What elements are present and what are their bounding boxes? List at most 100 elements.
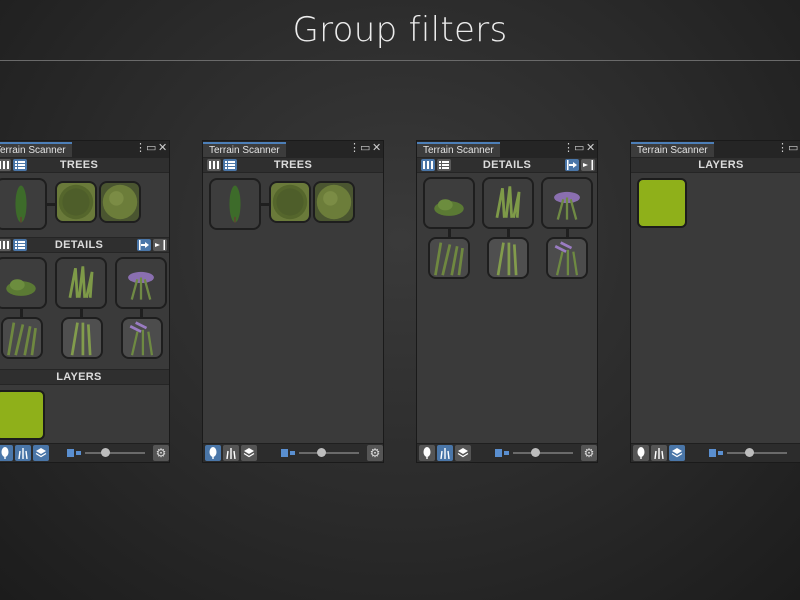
collapse-icon [583,160,593,170]
close-icon[interactable]: ✕ [586,142,595,155]
panel-footer: ⚙ [203,443,383,462]
terrain-scanner-panel-all: Terrain Scanner ⋮ ▭ ✕ TREES DETAILS LAYE… [0,140,170,463]
detail-thumbnail[interactable] [115,257,167,309]
thumbnail-size-slider[interactable] [727,452,787,454]
panel-tabbar: Terrain Scanner ⋮ ▭ [631,141,800,157]
tree-icon [423,447,431,459]
filter-layers-button[interactable] [669,445,685,461]
tree-thumbnail[interactable] [269,181,311,223]
filter-layers-button[interactable] [241,445,257,461]
tree-icon [1,447,9,459]
grass-icon [18,448,28,459]
panel-tabbar: Terrain Scanner ⋮ ▭ ✕ [0,141,169,157]
tree-thumbnail[interactable] [313,181,355,223]
panel-footer: ⚙ [417,443,597,462]
kebab-menu-icon[interactable]: ⋮ [349,142,360,155]
expand-groups-toggle[interactable] [137,239,151,251]
panel-tab[interactable]: Terrain Scanner [203,142,286,157]
detail-variant-thumbnail[interactable] [1,317,43,359]
expand-icon [567,160,577,170]
tree-thumbnail[interactable] [209,178,261,230]
tree-icon [637,447,645,459]
group-connector [448,229,451,237]
tree-thumbnail[interactable] [99,181,141,223]
filter-trees-button[interactable] [205,445,221,461]
panel-tabbar: Terrain Scanner ⋮ ▭ ✕ [417,141,597,157]
detail-thumbnail[interactable] [482,177,534,229]
group-connector [140,309,143,317]
detail-variant-thumbnail[interactable] [121,317,163,359]
close-icon[interactable]: ✕ [158,142,167,155]
maximize-icon[interactable]: ▭ [788,142,798,155]
detail-thumbnail[interactable] [541,177,593,229]
section-header-layers: LAYERS [631,157,800,173]
thumbnail-size-slider-knob[interactable] [101,448,110,457]
maximize-icon[interactable]: ▭ [574,142,584,155]
expand-groups-toggle[interactable] [565,159,579,171]
detail-variant-thumbnail[interactable] [546,237,588,279]
layer-swatch[interactable] [637,178,687,228]
grass-icon [440,448,450,459]
section-header-layers: LAYERS [0,369,169,385]
filter-details-button[interactable] [437,445,453,461]
filter-details-button[interactable] [223,445,239,461]
gear-icon[interactable]: ⚙ [153,445,169,461]
layers-icon [243,448,255,458]
terrain-scanner-panel-details: Terrain Scanner ⋮ ▭ ✕ DETAILS ⚙ [416,140,598,463]
thumbnail-size-icon [709,449,723,457]
thumbnail-size-slider-knob[interactable] [531,448,540,457]
group-connector [261,203,269,206]
gear-icon[interactable]: ⚙ [581,445,597,461]
panel-tab[interactable]: Terrain Scanner [0,142,72,157]
filter-trees-button[interactable] [419,445,435,461]
thumbnail-size-icon [495,449,509,457]
filter-details-button[interactable] [15,445,31,461]
filter-trees-button[interactable] [0,445,13,461]
section-header-details: DETAILS [417,157,597,173]
close-icon[interactable]: ✕ [372,142,381,155]
group-connector [47,203,55,206]
kebab-menu-icon[interactable]: ⋮ [563,142,574,155]
detail-variant-thumbnail[interactable] [487,237,529,279]
group-connector [507,229,510,237]
page-title: Group filters [292,10,508,50]
collapse-groups-toggle[interactable] [153,239,167,251]
gear-icon[interactable]: ⚙ [367,445,383,461]
tree-thumbnail[interactable] [0,178,47,230]
layer-swatch[interactable] [0,390,45,440]
collapse-groups-toggle[interactable] [581,159,595,171]
detail-thumbnail[interactable] [423,177,475,229]
panel-tabbar: Terrain Scanner ⋮ ▭ ✕ [203,141,383,157]
kebab-menu-icon[interactable]: ⋮ [777,142,788,155]
kebab-menu-icon[interactable]: ⋮ [135,142,146,155]
thumbnail-size-slider[interactable] [85,452,145,454]
thumbnail-size-slider[interactable] [513,452,573,454]
panel-tab[interactable]: Terrain Scanner [631,142,714,157]
detail-variant-thumbnail[interactable] [61,317,103,359]
layers-icon [671,448,683,458]
tree-icon [209,447,217,459]
tree-thumbnail[interactable] [55,181,97,223]
thumbnail-size-slider-knob[interactable] [745,448,754,457]
thumbnail-size-slider-knob[interactable] [317,448,326,457]
grass-icon [226,448,236,459]
collapse-icon [155,240,165,250]
maximize-icon[interactable]: ▭ [146,142,156,155]
maximize-icon[interactable]: ▭ [360,142,370,155]
filter-layers-button[interactable] [33,445,49,461]
panel-footer [631,443,800,462]
panel-tab[interactable]: Terrain Scanner [417,142,500,157]
group-connector [566,229,569,237]
terrain-scanner-panel-layers: Terrain Scanner ⋮ ▭ LAYERS [630,140,800,463]
thumbnail-size-slider[interactable] [299,452,359,454]
group-connector [20,309,23,317]
filter-layers-button[interactable] [455,445,471,461]
detail-thumbnail[interactable] [0,257,47,309]
filter-details-button[interactable] [651,445,667,461]
section-header-trees: TREES [0,157,169,173]
filter-trees-button[interactable] [633,445,649,461]
section-header-trees: TREES [203,157,383,173]
section-title: TREES [59,159,99,171]
detail-variant-thumbnail[interactable] [428,237,470,279]
detail-thumbnail[interactable] [55,257,107,309]
